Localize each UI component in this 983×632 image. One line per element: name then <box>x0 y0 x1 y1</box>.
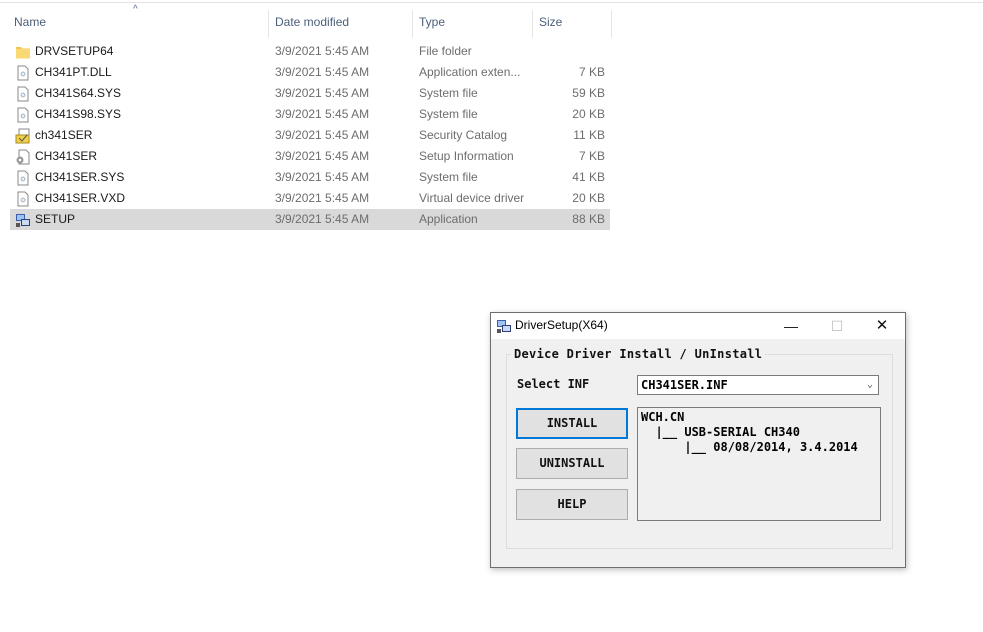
file-date: 3/9/2021 5:45 AM <box>275 149 370 163</box>
system-file-icon <box>15 191 31 207</box>
column-header-name[interactable]: Name <box>14 3 46 39</box>
maximize-icon: ☐ <box>830 318 844 334</box>
file-date: 3/9/2021 5:45 AM <box>275 86 370 100</box>
file-row[interactable]: CH341SER 3/9/2021 5:45 AM Setup Informatio… <box>10 146 610 167</box>
system-file-icon <box>15 107 31 123</box>
driver-info-line: WCH.CN <box>641 410 685 424</box>
column-header-size[interactable]: Size <box>539 3 562 39</box>
file-name: SETUP <box>35 212 76 226</box>
close-icon: ✕ <box>875 317 889 334</box>
file-name: CH341SER.VXD <box>35 191 126 205</box>
file-name: ch341SER <box>35 128 93 142</box>
maximize-button: ☐ <box>814 313 860 339</box>
file-row[interactable]: DRVSETUP64 3/9/2021 5:45 AM File folder <box>10 41 610 62</box>
file-date: 3/9/2021 5:45 AM <box>275 107 370 121</box>
file-row[interactable]: ch341SER 3/9/2021 5:45 AM Security Catalog… <box>10 125 610 146</box>
driver-info-line: |__ 08/08/2014, 3.4.2014 <box>641 440 858 454</box>
driver-setup-dialog: DriverSetup(X64) — ☐ ✕ Device Driver Ins… <box>490 312 906 568</box>
column-resize-handle[interactable] <box>412 10 413 38</box>
file-size: 59 KB <box>572 86 605 100</box>
file-size: 41 KB <box>572 170 605 184</box>
file-row[interactable]: CH341PT.DLL 3/9/2021 5:45 AM Application e… <box>10 62 610 83</box>
file-name: CH341SER <box>35 149 98 163</box>
column-resize-handle[interactable] <box>611 10 612 38</box>
file-date: 3/9/2021 5:45 AM <box>275 170 370 184</box>
inf-select-dropdown[interactable]: CH341SER.INF ⌄ <box>637 375 879 395</box>
file-size: 7 KB <box>578 149 605 163</box>
file-row[interactable]: CH341SER.VXD 3/9/2021 5:45 AM Virtual devi… <box>10 188 610 209</box>
file-date: 3/9/2021 5:45 AM <box>275 212 370 226</box>
setup-app-icon <box>497 320 511 333</box>
file-row[interactable]: CH341SER.SYS 3/9/2021 5:45 AM System file 4… <box>10 167 610 188</box>
dialog-titlebar[interactable]: DriverSetup(X64) — ☐ ✕ <box>491 313 905 339</box>
file-size: 11 KB <box>573 128 605 142</box>
file-date: 3/9/2021 5:45 AM <box>275 65 370 79</box>
file-date: 3/9/2021 5:45 AM <box>275 44 370 58</box>
file-type: System file <box>419 86 478 100</box>
file-type: Setup Information <box>419 149 514 163</box>
column-resize-handle[interactable] <box>268 10 269 38</box>
close-button[interactable]: ✕ <box>859 313 905 339</box>
column-header-bar: Name ^ Date modified Type Size <box>0 3 983 39</box>
file-row[interactable]: CH341S98.SYS 3/9/2021 5:45 AM System file 2… <box>10 104 610 125</box>
column-resize-handle[interactable] <box>532 10 533 38</box>
driver-info-line: |__ USB-SERIAL CH340 <box>641 425 800 439</box>
setup-info-icon <box>15 149 31 165</box>
system-file-icon <box>15 170 31 186</box>
system-file-icon <box>15 86 31 102</box>
file-size: 7 KB <box>578 65 605 79</box>
uninstall-button[interactable]: UNINSTALL <box>516 448 628 479</box>
column-header-type[interactable]: Type <box>419 3 445 39</box>
minimize-button[interactable]: — <box>768 313 814 339</box>
inf-select-value: CH341SER.INF <box>641 378 728 392</box>
file-list: DRVSETUP64 3/9/2021 5:45 AM File folder CH3… <box>10 41 610 230</box>
file-type: File folder <box>419 44 472 58</box>
file-name: CH341PT.DLL <box>35 65 112 79</box>
file-type: Application <box>419 212 478 226</box>
column-header-date-modified[interactable]: Date modified <box>275 3 349 39</box>
file-size: 20 KB <box>572 107 605 121</box>
folder-icon <box>15 44 31 60</box>
security-catalog-icon <box>15 128 31 144</box>
file-type: Application exten... <box>419 65 521 79</box>
file-size: 20 KB <box>572 191 605 205</box>
file-date: 3/9/2021 5:45 AM <box>275 128 370 142</box>
file-type: Virtual device driver <box>419 191 525 205</box>
groupbox-label: Device Driver Install / UnInstall <box>511 347 766 361</box>
setup-app-icon <box>15 212 31 228</box>
file-name: CH341SER.SYS <box>35 170 125 184</box>
file-type: System file <box>419 170 478 184</box>
driver-info-box: WCH.CN |__ USB-SERIAL CH340 |__ 08/08/20… <box>637 407 881 521</box>
sort-ascending-icon: ^ <box>133 4 138 15</box>
file-row[interactable]: SETUP 3/9/2021 5:45 AM Application 88 KB <box>10 209 610 230</box>
file-size: 88 KB <box>572 212 605 226</box>
help-button[interactable]: HELP <box>516 489 628 520</box>
dll-file-icon <box>15 65 31 81</box>
install-button[interactable]: INSTALL <box>516 408 628 439</box>
file-date: 3/9/2021 5:45 AM <box>275 191 370 205</box>
file-type: System file <box>419 107 478 121</box>
file-name: CH341S98.SYS <box>35 107 122 121</box>
chevron-down-icon[interactable]: ⌄ <box>867 376 873 394</box>
file-row[interactable]: CH341S64.SYS 3/9/2021 5:45 AM System file 5… <box>10 83 610 104</box>
dialog-title: DriverSetup(X64) <box>515 318 608 332</box>
file-name: DRVSETUP64 <box>35 44 114 58</box>
file-name: CH341S64.SYS <box>35 86 122 100</box>
minimize-icon: — <box>784 318 798 334</box>
select-inf-label: Select INF <box>517 377 590 391</box>
file-type: Security Catalog <box>419 128 508 142</box>
